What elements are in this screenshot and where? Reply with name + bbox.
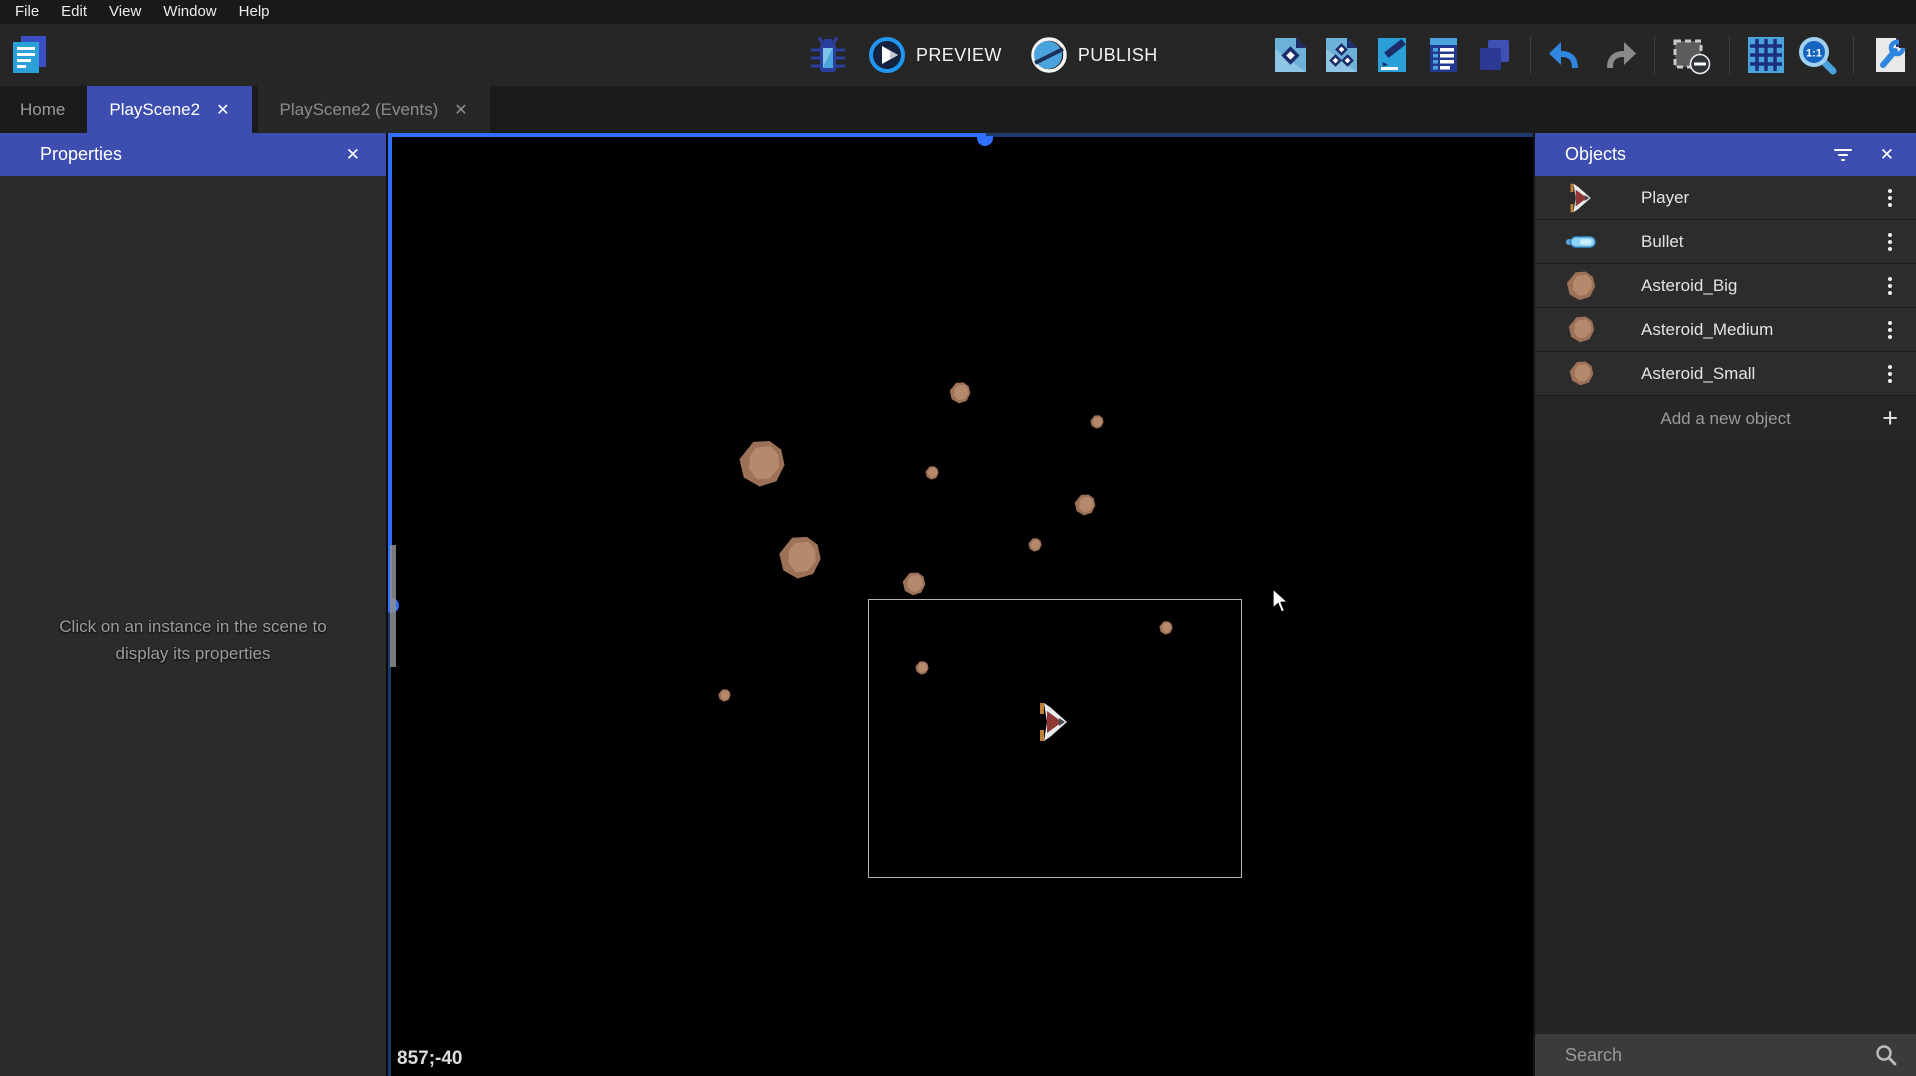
vertical-scrollbar-thumb[interactable]: [390, 545, 396, 667]
publish-globe-icon[interactable]: [1030, 36, 1068, 74]
scene-border-left: [388, 133, 392, 605]
asteroid-big-icon: [1561, 271, 1601, 301]
menu-edit[interactable]: Edit: [50, 0, 98, 24]
scene-border-left-extension: [388, 605, 391, 1076]
menu-help[interactable]: Help: [228, 0, 281, 24]
toolbar-center: PREVIEW PUBLISH: [808, 35, 1158, 75]
asteroid-medium-icon: [1561, 316, 1601, 343]
properties-empty-message: Click on an instance in the scene to dis…: [0, 613, 386, 667]
properties-panel: Properties ✕ Click on an instance in the…: [0, 133, 386, 1076]
asteroid-instance-medium[interactable]: [1074, 494, 1096, 521]
toolbar-separator: [1853, 36, 1854, 74]
scene-editor-canvas[interactable]: 857;-40: [386, 133, 1533, 1076]
zoom-1-1-icon[interactable]: 1:1: [1797, 35, 1837, 75]
mouse-cursor-icon: [1272, 588, 1292, 619]
cursor-coordinates: 857;-40: [397, 1048, 463, 1070]
search-input[interactable]: [1535, 1045, 1874, 1066]
menu-file[interactable]: File: [4, 0, 50, 24]
redo-icon[interactable]: [1598, 35, 1638, 75]
tab-playscene2[interactable]: PlayScene2 ✕: [87, 86, 251, 133]
asteroid-instance-small[interactable]: [915, 661, 929, 680]
preview-play-icon[interactable]: [868, 36, 906, 74]
bullet-icon: [1561, 234, 1601, 250]
asteroid-instance-medium[interactable]: [902, 572, 926, 601]
plus-icon: +: [1882, 405, 1898, 432]
asteroid-instance-small[interactable]: [718, 689, 731, 707]
toolbar-separator: [1530, 36, 1531, 74]
object-menu-icon[interactable]: [1882, 229, 1898, 255]
scene-border-top-extension: [986, 133, 1533, 137]
tab-home[interactable]: Home: [0, 86, 85, 133]
open-instances-list-icon[interactable]: [1423, 35, 1463, 75]
add-new-object-button[interactable]: Add a new object +: [1535, 396, 1916, 441]
open-layers-icon[interactable]: [1474, 35, 1514, 75]
properties-panel-title: Properties: [40, 144, 346, 165]
open-objects-panel-icon[interactable]: [1270, 35, 1310, 75]
debug-icon[interactable]: [808, 34, 848, 76]
main-toolbar: PREVIEW PUBLISH: [0, 24, 1916, 86]
object-menu-icon[interactable]: [1882, 361, 1898, 387]
object-menu-icon[interactable]: [1882, 185, 1898, 211]
tab-playscene2-events[interactable]: PlayScene2 (Events) ✕: [258, 86, 490, 133]
undo-icon[interactable]: [1547, 35, 1587, 75]
player-ship-icon: [1561, 183, 1601, 213]
scene-border-top: [388, 133, 986, 137]
object-menu-icon[interactable]: [1882, 317, 1898, 343]
objects-panel-header: Objects ✕: [1535, 133, 1916, 176]
properties-panel-header: Properties ✕: [0, 133, 386, 176]
close-icon[interactable]: ✕: [1880, 145, 1894, 165]
objects-panel: Objects ✕ Player: [1533, 133, 1916, 1076]
close-icon[interactable]: ✕: [216, 100, 229, 120]
asteroid-small-icon: [1561, 361, 1601, 386]
object-row-asteroid-big[interactable]: Asteroid_Big: [1535, 264, 1916, 308]
asteroid-instance-big[interactable]: [738, 440, 786, 493]
asteroid-instance-medium[interactable]: [949, 382, 971, 409]
object-row-asteroid-small[interactable]: Asteroid_Small: [1535, 352, 1916, 396]
tab-bar: Home PlayScene2 ✕ PlayScene2 (Events) ✕: [0, 86, 1916, 133]
scene-border-handle-top[interactable]: [977, 136, 993, 146]
project-manager-icon[interactable]: [8, 33, 52, 77]
svg-text:1:1: 1:1: [1806, 48, 1822, 60]
asteroid-instance-small[interactable]: [1028, 538, 1042, 557]
open-object-groups-icon[interactable]: [1321, 35, 1361, 75]
object-row-player[interactable]: Player: [1535, 176, 1916, 220]
asteroid-instance-big[interactable]: [778, 536, 822, 585]
asteroid-instance-small[interactable]: [925, 466, 939, 485]
object-row-asteroid-medium[interactable]: Asteroid_Medium: [1535, 308, 1916, 352]
asteroid-instance-small[interactable]: [1090, 415, 1104, 434]
preview-button[interactable]: PREVIEW: [916, 45, 1002, 66]
toolbar-separator: [1654, 36, 1655, 74]
player-instance[interactable]: [1038, 702, 1070, 747]
objects-search-bar: [1535, 1034, 1916, 1076]
close-icon[interactable]: ✕: [454, 100, 467, 120]
objects-panel-title: Objects: [1565, 144, 1834, 165]
search-icon[interactable]: [1874, 1043, 1898, 1067]
toolbar-right: 1:1: [1270, 35, 1910, 75]
asteroid-instance-small[interactable]: [1159, 621, 1173, 640]
gdevelop-window: File Edit View Window Help: [0, 0, 1916, 1076]
close-icon[interactable]: ✕: [346, 145, 360, 165]
menu-window[interactable]: Window: [152, 0, 227, 24]
object-menu-icon[interactable]: [1882, 273, 1898, 299]
filter-icon[interactable]: [1834, 149, 1852, 161]
delete-selection-icon[interactable]: [1671, 35, 1713, 75]
grid-icon[interactable]: [1746, 35, 1786, 75]
scene-settings-icon[interactable]: [1870, 35, 1910, 75]
open-properties-icon[interactable]: [1372, 35, 1412, 75]
menu-bar: File Edit View Window Help: [0, 0, 1916, 24]
object-row-bullet[interactable]: Bullet: [1535, 220, 1916, 264]
toolbar-separator: [1729, 36, 1730, 74]
menu-view[interactable]: View: [98, 0, 152, 24]
publish-button[interactable]: PUBLISH: [1078, 45, 1158, 66]
